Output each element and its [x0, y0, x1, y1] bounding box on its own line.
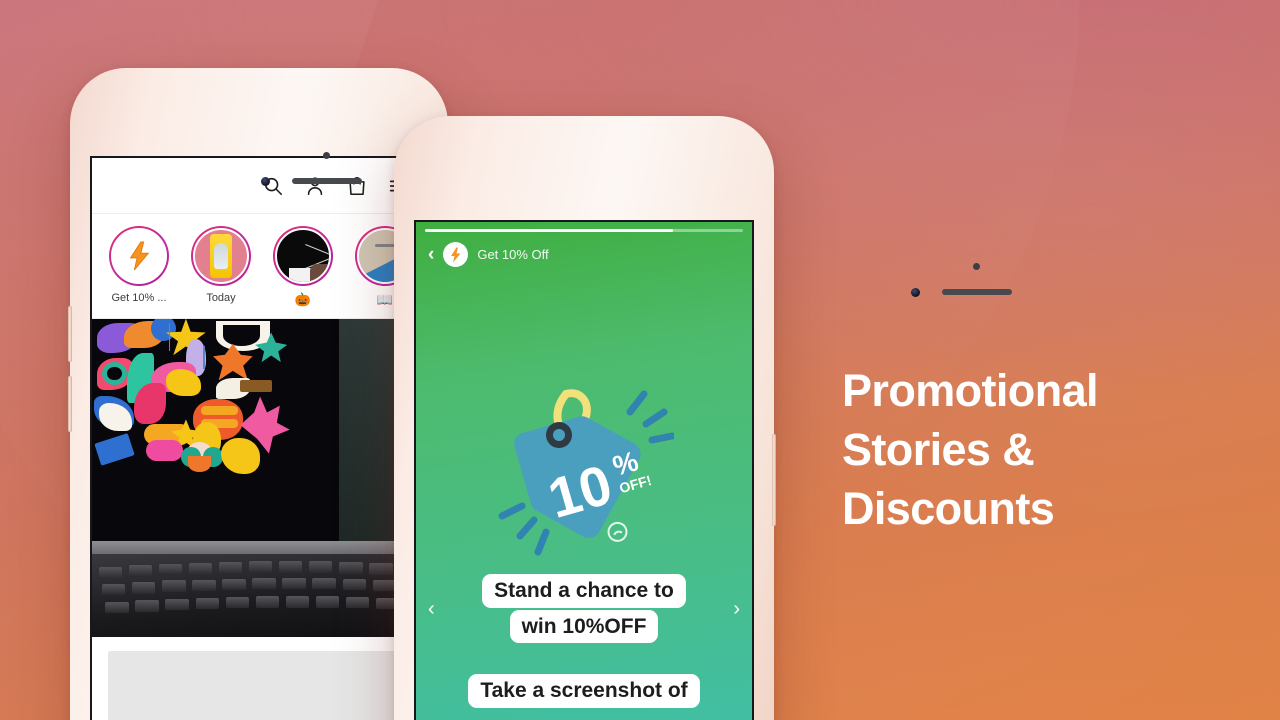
- avatar[interactable]: [443, 242, 469, 267]
- product-image: [108, 650, 410, 720]
- caption-line: Take a screenshot of: [468, 674, 700, 708]
- story-background: ‹ Get 10% Off 10 % OFF! ‹ Stand a chance…: [416, 222, 752, 720]
- story-highlight-3[interactable]: 🎃: [270, 226, 336, 308]
- story-highlight-label: Today: [206, 292, 236, 304]
- story-highlights-tray[interactable]: Get 10% ... Today 🎃 📖: [92, 214, 426, 319]
- story-caption-primary: ‹ Stand a chance to win 10%OFF ›: [416, 574, 752, 644]
- laptop-wallpaper: [92, 318, 340, 548]
- story-ring: [273, 226, 333, 286]
- headline-line-2: Stories &: [842, 423, 1035, 475]
- volume-down-button[interactable]: [68, 376, 72, 432]
- story-highlight-get-10-off[interactable]: Get 10% ...: [106, 226, 172, 308]
- story-progress-fill: [425, 229, 674, 232]
- phone-story-viewer: ‹ Get 10% Off 10 % OFF! ‹ Stand a chance…: [394, 116, 1012, 720]
- phone-storefront: Get 10% ... Today 🎃 📖: [68, 68, 448, 720]
- prev-chevron-icon[interactable]: ‹: [428, 599, 435, 619]
- story-username: Get 10% Off: [477, 247, 549, 262]
- laptop-keyboard: [92, 553, 426, 637]
- headline-line-1: Promotional: [842, 365, 1099, 416]
- dark-geometry-photo: [275, 228, 331, 284]
- headline-line-3: Discounts: [842, 482, 1055, 534]
- earpiece-speaker: [292, 178, 362, 184]
- page-title: Promotional Stories & Discounts: [842, 362, 1242, 539]
- story-screen: ‹ Get 10% Off 10 % OFF! ‹ Stand a chance…: [414, 220, 754, 720]
- laptop-lid-edge: [92, 541, 426, 554]
- storefront-navbar: [92, 158, 426, 214]
- caption-line: Stand a chance to: [482, 574, 686, 608]
- proximity-sensor: [973, 263, 980, 270]
- story-highlight-label: 🎃: [294, 292, 312, 307]
- proximity-sensor: [323, 152, 330, 159]
- yellow-device-photo: [193, 228, 249, 284]
- story-progress-bar: [425, 229, 743, 232]
- back-chevron-icon[interactable]: ‹: [428, 245, 434, 264]
- earpiece-speaker: [942, 289, 1012, 295]
- front-camera: [261, 177, 270, 186]
- story-ring: [109, 226, 169, 286]
- volume-up-button[interactable]: [68, 306, 72, 362]
- power-button[interactable]: [772, 434, 776, 526]
- storefront-screen: Get 10% ... Today 🎃 📖: [90, 156, 428, 720]
- story-caption-secondary: Take a screenshot of: [416, 674, 752, 708]
- story-highlight-label: Get 10% ...: [111, 292, 167, 304]
- story-ring: [191, 226, 251, 286]
- hero-product-photo[interactable]: MacBook Pro: [92, 318, 426, 637]
- story-highlight-today[interactable]: Today: [188, 226, 254, 308]
- front-camera: [911, 288, 920, 297]
- bolt-icon: [111, 228, 167, 284]
- product-card[interactable]: [92, 636, 426, 720]
- next-chevron-icon[interactable]: ›: [733, 599, 740, 619]
- caption-line: win 10%OFF: [509, 609, 659, 644]
- discount-tag-graphic: 10 % OFF!: [416, 372, 752, 562]
- story-header: ‹ Get 10% Off: [416, 242, 752, 267]
